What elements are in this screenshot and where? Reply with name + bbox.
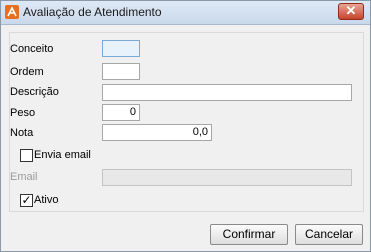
nota-label: Nota: [10, 127, 34, 139]
envia-email-label[interactable]: Envia email: [34, 149, 91, 161]
peso-input[interactable]: 0: [102, 104, 140, 121]
cancelar-button[interactable]: Cancelar: [295, 224, 363, 245]
email-input: [102, 169, 352, 186]
close-icon: ✕: [345, 3, 357, 18]
ativo-label[interactable]: Ativo: [34, 194, 58, 206]
close-button[interactable]: ✕: [338, 3, 364, 20]
envia-email-checkbox[interactable]: [20, 149, 33, 162]
ativo-checkbox[interactable]: ✓: [20, 193, 33, 207]
nota-input[interactable]: 0,0: [102, 124, 212, 141]
title-bar: Avaliação de Atendimento ✕: [1, 1, 370, 25]
ordem-label: Ordem: [10, 66, 44, 78]
conceito-input[interactable]: [102, 40, 140, 57]
dialog-window: Avaliação de Atendimento ✕ Conceito Orde…: [0, 0, 371, 252]
descricao-input[interactable]: [102, 84, 352, 101]
conceito-label: Conceito: [10, 43, 54, 55]
ativo-check-icon: ✓: [21, 193, 32, 207]
app-icon: [5, 5, 19, 19]
peso-label: Peso: [10, 107, 36, 119]
descricao-label: Descrição: [10, 86, 59, 98]
email-label: Email: [10, 171, 38, 183]
window-title: Avaliação de Atendimento: [23, 5, 162, 19]
confirmar-button[interactable]: Confirmar: [210, 224, 288, 245]
ordem-input[interactable]: [102, 63, 140, 80]
